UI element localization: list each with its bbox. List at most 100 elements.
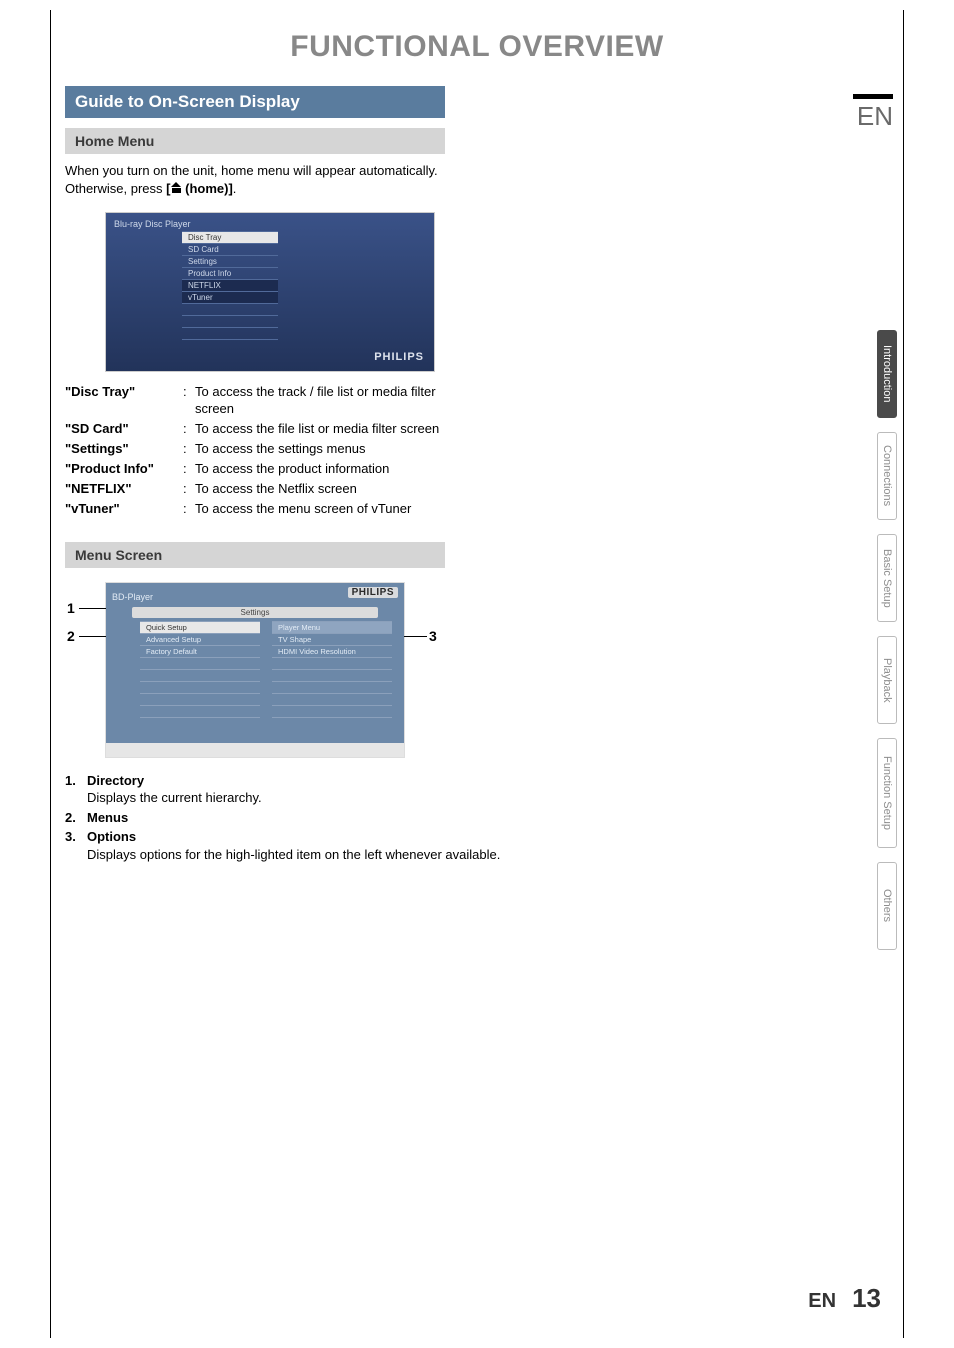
hm-item: Disc Tray (182, 231, 278, 243)
note-item: 2. Menus (65, 809, 525, 827)
note-label: Menus (87, 810, 128, 825)
ms-li-empty: . (272, 717, 392, 729)
menu-screen-wrap: 1 2 3 BD-Player PHILIPS Settings Quick S… (65, 582, 455, 758)
callout-1: 1 (67, 600, 75, 616)
dl-def: To access the Netflix screen (195, 481, 455, 498)
dl-term: "NETFLIX" (65, 481, 183, 498)
dl-row: "Settings" : To access the settings menu… (65, 441, 455, 458)
tab-playback[interactable]: Playback (877, 636, 897, 724)
philips-brand: PHILIPS (374, 351, 424, 363)
page-footer: EN 13 (808, 1283, 881, 1314)
dl-sep: : (183, 461, 195, 478)
footer-lang: EN (808, 1290, 836, 1313)
note-body: Menus (87, 809, 525, 827)
dl-sep: : (183, 481, 195, 498)
definition-list: "Disc Tray" : To access the track / file… (65, 384, 455, 517)
dl-term: "Settings" (65, 441, 183, 458)
content-area: FUNCTIONAL OVERVIEW Guide to On-Screen D… (51, 10, 903, 863)
note-item: 3. Options Displays options for the high… (65, 828, 525, 863)
note-label: Directory (87, 773, 144, 788)
ms-li-empty: . (272, 669, 392, 681)
dl-row: "NETFLIX" : To access the Netflix screen (65, 481, 455, 498)
dl-row: "vTuner" : To access the menu screen of … (65, 501, 455, 518)
tab-introduction[interactable]: Introduction (877, 330, 897, 418)
dl-sep: : (183, 384, 195, 418)
dl-sep: : (183, 421, 195, 438)
note-num: 1. (65, 772, 87, 807)
guide-header: Guide to On-Screen Display (65, 86, 445, 118)
ms-li: Player Menu (272, 621, 392, 633)
tab-connections[interactable]: Connections (877, 432, 897, 520)
ms-li: HDMI Video Resolution (272, 645, 392, 657)
dl-term: "vTuner" (65, 501, 183, 518)
menu-screen-header: Menu Screen (65, 542, 445, 568)
hm-item-empty: . (182, 339, 278, 351)
home-menu-screenshot: Blu-ray Disc Player Disc Tray SD Card Se… (105, 212, 435, 372)
ms-top: BD-Player PHILIPS Settings Quick Setup A… (106, 583, 404, 743)
ms-li-empty: . (272, 693, 392, 705)
home-menu-header: Home Menu (65, 128, 445, 154)
dl-sep: : (183, 441, 195, 458)
tab-others[interactable]: Others (877, 862, 897, 950)
ms-li-empty: . (140, 693, 260, 705)
dl-row: "SD Card" : To access the file list or m… (65, 421, 455, 438)
note-item: 1. Directory Displays the current hierar… (65, 772, 525, 807)
ms-li: Factory Default (140, 645, 260, 657)
footer-page-number: 13 (852, 1283, 881, 1314)
ms-li-empty: . (140, 657, 260, 669)
dl-def: To access the product information (195, 461, 455, 478)
dl-row: "Disc Tray" : To access the track / file… (65, 384, 455, 418)
note-body: Options Displays options for the high-li… (87, 828, 525, 863)
lang-badge: EN (853, 94, 893, 132)
dl-def: To access the settings menus (195, 441, 455, 458)
note-body: Directory Displays the current hierarchy… (87, 772, 525, 807)
hm-item-empty: . (182, 315, 278, 327)
note-desc: Displays options for the high-lighted it… (87, 846, 525, 864)
philips-brand: PHILIPS (348, 587, 398, 598)
hm-title: Blu-ray Disc Player (114, 219, 426, 229)
note-num: 2. (65, 809, 87, 827)
callout-3: 3 (429, 628, 437, 644)
tab-function-setup[interactable]: Function Setup (877, 738, 897, 848)
menu-screen-screenshot: BD-Player PHILIPS Settings Quick Setup A… (105, 582, 405, 758)
hm-item-empty: . (182, 327, 278, 339)
dl-term: "Disc Tray" (65, 384, 183, 418)
callout-2: 2 (67, 628, 75, 644)
intro-end: . (233, 181, 237, 196)
page-title: FUNCTIONAL OVERVIEW (65, 30, 889, 64)
home-icon (171, 183, 182, 193)
ms-li-empty: . (272, 657, 392, 669)
note-num: 3. (65, 828, 87, 863)
ms-col-menus: Quick Setup Advanced Setup Factory Defau… (140, 621, 260, 729)
page-frame: FUNCTIONAL OVERVIEW Guide to On-Screen D… (50, 10, 904, 1338)
ms-li-empty: . (140, 669, 260, 681)
hm-item-empty: . (182, 303, 278, 315)
dl-sep: : (183, 501, 195, 518)
tab-basic-setup[interactable]: Basic Setup (877, 534, 897, 622)
ms-li-empty: . (140, 705, 260, 717)
ms-li: Advanced Setup (140, 633, 260, 645)
intro-home-label: (home)] (182, 181, 233, 196)
dl-term: "Product Info" (65, 461, 183, 478)
dl-def: To access the file list or media filter … (195, 421, 455, 438)
note-desc: Displays the current hierarchy. (87, 789, 525, 807)
ms-li-empty: . (272, 705, 392, 717)
ms-directory-bar: Settings (132, 607, 378, 618)
notes-list: 1. Directory Displays the current hierar… (65, 772, 525, 864)
dl-def: To access the track / file list or media… (195, 384, 455, 418)
ms-li-empty: . (272, 681, 392, 693)
ms-li-empty: . (140, 681, 260, 693)
intro-text-a: When you turn on the unit, home menu wil… (65, 163, 438, 196)
ms-columns: Quick Setup Advanced Setup Factory Defau… (140, 621, 392, 729)
note-label: Options (87, 829, 136, 844)
hm-item: NETFLIX (182, 279, 278, 291)
dl-row: "Product Info" : To access the product i… (65, 461, 455, 478)
dl-def: To access the menu screen of vTuner (195, 501, 455, 518)
hm-list: Disc Tray SD Card Settings Product Info … (182, 231, 278, 351)
side-tabs: Introduction Connections Basic Setup Pla… (877, 330, 897, 950)
hm-item: SD Card (182, 243, 278, 255)
dl-term: "SD Card" (65, 421, 183, 438)
ms-li: Quick Setup (140, 621, 260, 633)
hm-item: vTuner (182, 291, 278, 303)
hm-item: Product Info (182, 267, 278, 279)
